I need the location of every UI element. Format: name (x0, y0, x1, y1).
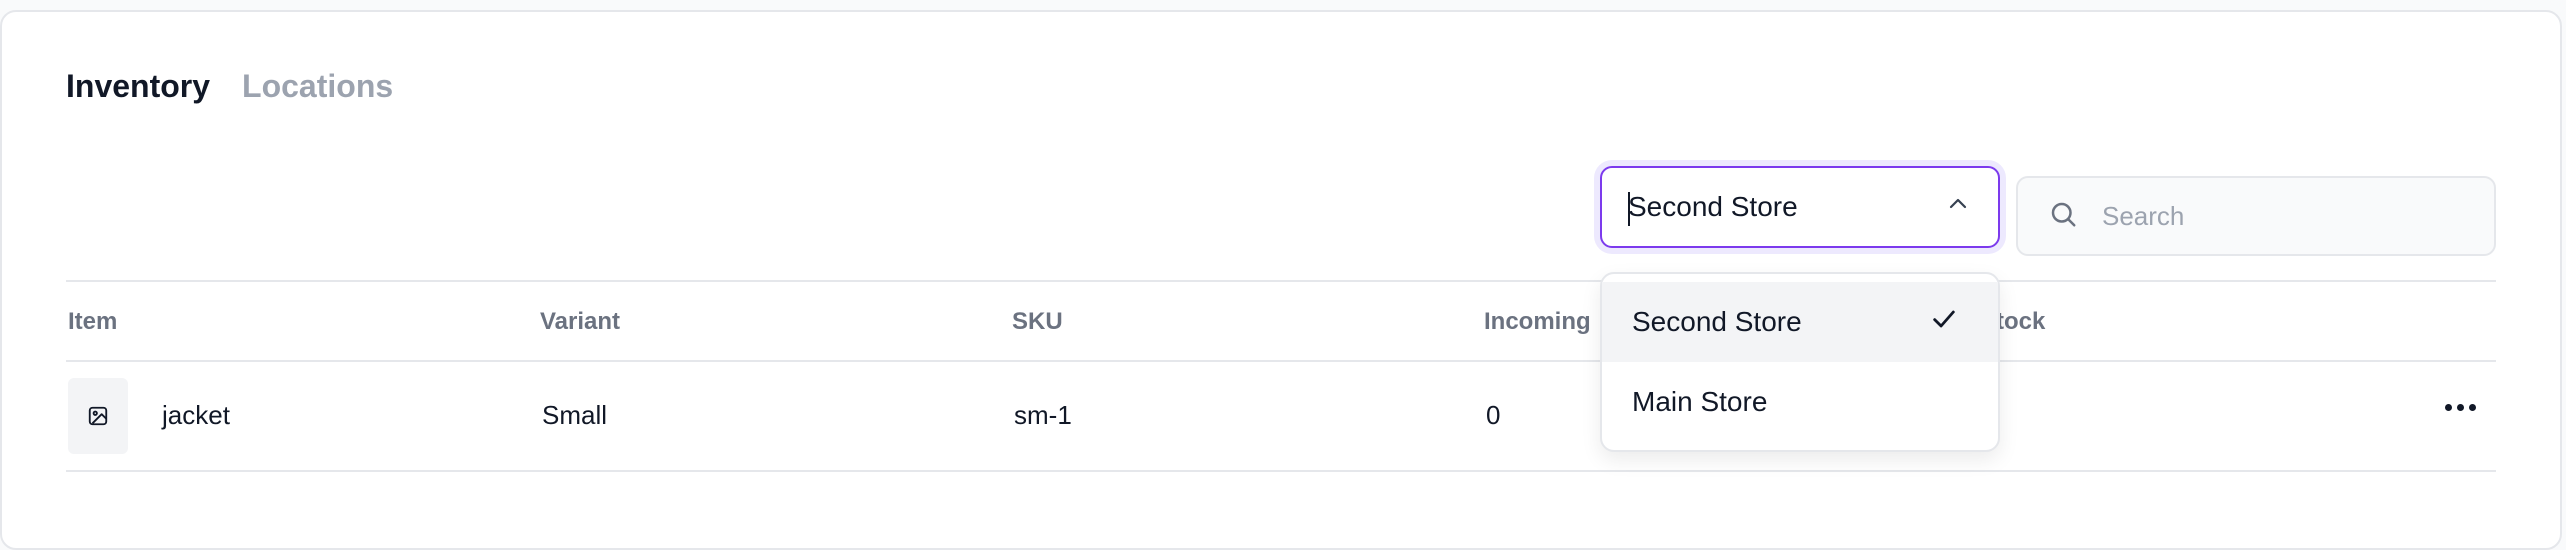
column-header-incoming: Incoming (1484, 308, 1591, 335)
row-item: jacket (162, 400, 230, 430)
row-incoming: 0 (1486, 400, 1501, 430)
tab-inventory[interactable]: Inventory (66, 68, 210, 105)
store-option-label: Second Store (1632, 306, 1802, 337)
column-header-sku: SKU (1012, 308, 1063, 335)
tab-locations[interactable]: Locations (242, 68, 393, 105)
chevron-up-icon (1946, 191, 1970, 223)
store-option-second-store[interactable]: Second Store (1602, 282, 1998, 362)
store-select[interactable]: Second Store (1600, 166, 2000, 248)
column-header-variant: Variant (540, 308, 621, 335)
search-icon (2048, 199, 2078, 234)
store-select-value: Second Store (1628, 191, 1798, 222)
search-input[interactable] (2100, 199, 2464, 233)
store-option-main-store[interactable]: Main Store (1602, 362, 1998, 442)
more-horizontal-icon[interactable] (2439, 398, 2482, 417)
store-dropdown-menu: Second Store Main Store (1600, 272, 2000, 452)
column-header-stock: tock (1996, 308, 2046, 335)
row-sku: sm-1 (1014, 400, 1072, 430)
table-row[interactable]: jacket Small sm-1 0 (66, 362, 2496, 472)
table-header: Item Variant SKU Incoming tock (66, 282, 2496, 362)
tab-bar: Inventory Locations (66, 68, 393, 105)
image-placeholder-icon (68, 378, 128, 454)
column-header-item: Item (68, 308, 118, 335)
text-caret (1628, 192, 1630, 226)
store-option-label: Main Store (1632, 386, 1768, 417)
row-variant: Small (542, 400, 608, 430)
check-icon (1930, 305, 1958, 340)
search-field[interactable] (2016, 176, 2496, 256)
inventory-card: Inventory Locations Second Store Item Va… (0, 10, 2562, 550)
